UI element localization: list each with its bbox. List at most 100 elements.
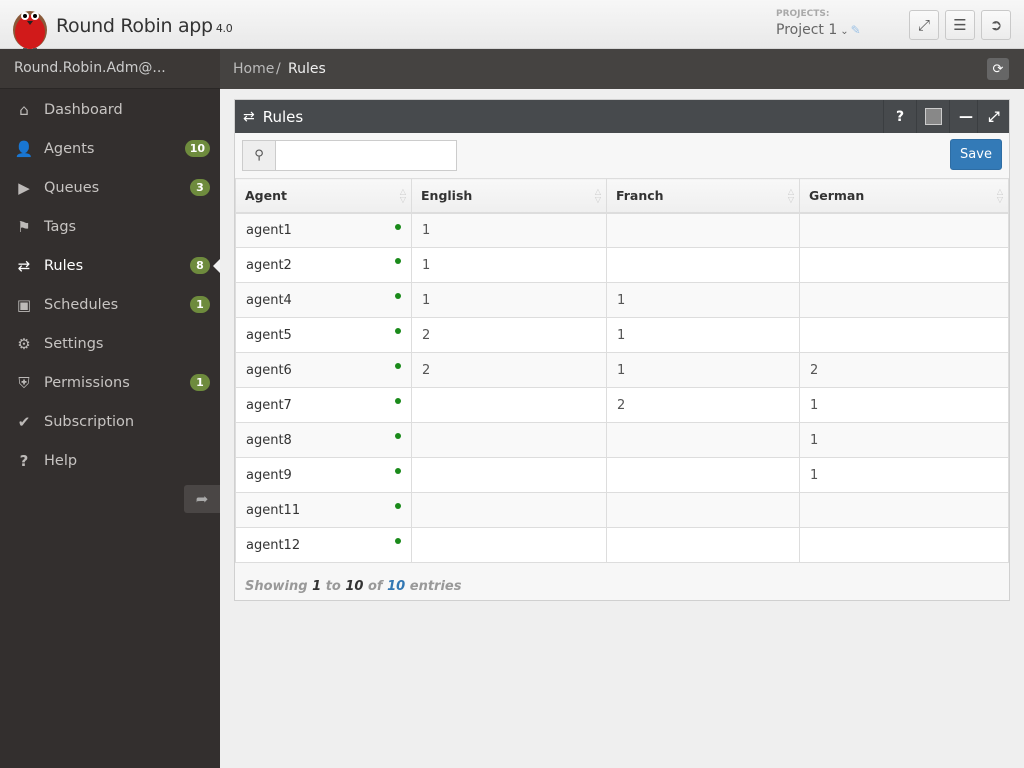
- english-cell-value: 1: [422, 292, 431, 308]
- franch-cell[interactable]: [606, 527, 800, 563]
- search-input[interactable]: [275, 140, 457, 171]
- sidebar-item-subscription[interactable]: ✔ Subscription: [0, 402, 220, 441]
- german-cell[interactable]: 1: [799, 387, 1009, 423]
- franch-cell[interactable]: [606, 212, 800, 248]
- sidebar-item-tags[interactable]: ⚑ Tags: [0, 207, 220, 246]
- franch-cell[interactable]: [606, 247, 800, 283]
- save-button[interactable]: Save: [950, 139, 1002, 170]
- franch-cell[interactable]: 1: [606, 282, 800, 318]
- fullscreen-button[interactable]: ⤢: [909, 10, 939, 40]
- english-cell[interactable]: [411, 527, 607, 563]
- english-cell[interactable]: 1: [411, 212, 607, 248]
- sidebar-item-schedules[interactable]: ▣ Schedules 1: [0, 285, 220, 324]
- minus-icon: —: [959, 108, 973, 125]
- sidebar-item-help[interactable]: ? Help: [0, 441, 220, 480]
- english-cell[interactable]: [411, 457, 607, 493]
- table-header-row: Agent △ ▽ English △ ▽ Franch △ ▽ German △ ▽: [235, 178, 1009, 214]
- german-cell[interactable]: [799, 492, 1009, 528]
- english-cell[interactable]: [411, 387, 607, 423]
- online-status-dot: [395, 363, 401, 369]
- maximize-button[interactable]: ⤢: [977, 100, 1010, 133]
- german-cell-value: 1: [810, 397, 819, 413]
- column-header-franch[interactable]: Franch △ ▽: [606, 178, 800, 214]
- franch-cell[interactable]: [606, 422, 800, 458]
- sidebar-item-label: Permissions: [44, 374, 130, 391]
- breadcrumb-home[interactable]: Home: [233, 61, 274, 77]
- table-row: agent9 1: [235, 457, 1009, 493]
- logout-button[interactable]: ➲: [981, 10, 1011, 40]
- online-status-dot: [395, 538, 401, 544]
- shuffle-icon: ⇄: [243, 108, 255, 125]
- english-cell-value: 1: [422, 257, 431, 273]
- german-cell[interactable]: 1: [799, 422, 1009, 458]
- german-cell[interactable]: 2: [799, 352, 1009, 388]
- agent-cell-value: agent6: [246, 362, 292, 378]
- franch-cell[interactable]: 1: [606, 317, 800, 353]
- english-cell[interactable]: 1: [411, 282, 607, 318]
- app-title-text: Round Robin app: [56, 15, 213, 37]
- column-header-english[interactable]: English △ ▽: [411, 178, 607, 214]
- german-cell[interactable]: [799, 317, 1009, 353]
- english-cell[interactable]: 1: [411, 247, 607, 283]
- panel-title: Rules: [262, 107, 304, 126]
- agent-cell: agent7: [235, 387, 412, 423]
- search-icon: ⚲: [254, 148, 264, 163]
- sort-icon: △ ▽: [594, 187, 601, 204]
- collapse-sidebar-button[interactable]: ➦: [184, 485, 220, 513]
- hamburger-menu-icon: ☰: [953, 16, 967, 34]
- project-select[interactable]: Project 1 ⌄ ✎: [776, 22, 861, 38]
- sidebar-item-label: Help: [44, 452, 78, 469]
- table-row: agent4 1 1: [235, 282, 1009, 318]
- user-name[interactable]: Round.Robin.Adm@...: [0, 49, 220, 89]
- english-cell[interactable]: 2: [411, 352, 607, 388]
- help-button[interactable]: ?: [883, 100, 916, 133]
- german-cell[interactable]: [799, 282, 1009, 318]
- sidebar-item-label: Settings: [44, 335, 104, 352]
- sidebar-item-agents[interactable]: 👤 Agents 10: [0, 129, 220, 168]
- sort-icon: △ ▽: [399, 187, 406, 204]
- agents-count-badge: 10: [184, 140, 210, 157]
- german-cell-value: 1: [810, 467, 819, 483]
- app-version: 4.0: [215, 22, 233, 35]
- menu-button[interactable]: ☰: [945, 10, 975, 40]
- franch-cell[interactable]: [606, 492, 800, 528]
- color-picker-button[interactable]: [916, 100, 949, 133]
- active-indicator: [213, 258, 220, 273]
- column-header-german[interactable]: German △ ▽: [799, 178, 1009, 214]
- agent-cell-value: agent5: [246, 327, 292, 343]
- sidebar-item-label: Schedules: [44, 296, 119, 313]
- franch-cell-value: 1: [617, 327, 626, 343]
- agent-cell: agent12: [235, 527, 412, 563]
- english-cell-value: 1: [422, 222, 431, 238]
- table-row: agent6 2 1 2: [235, 352, 1009, 388]
- table-row: agent5 2 1: [235, 317, 1009, 353]
- english-cell[interactable]: [411, 422, 607, 458]
- refresh-button[interactable]: ⟳: [987, 58, 1009, 80]
- agent-cell-value: agent4: [246, 292, 292, 308]
- german-cell[interactable]: 1: [799, 457, 1009, 493]
- english-cell[interactable]: [411, 492, 607, 528]
- sidebar-item-rules[interactable]: ⇄ Rules 8: [0, 246, 220, 285]
- permissions-count-badge: 1: [190, 374, 210, 391]
- german-cell[interactable]: [799, 212, 1009, 248]
- online-status-dot: [395, 328, 401, 334]
- question-icon: ?: [895, 108, 905, 125]
- sidebar-item-permissions[interactable]: ⛨ Permissions 1: [0, 363, 220, 402]
- franch-cell[interactable]: 2: [606, 387, 800, 423]
- edit-pencil-icon[interactable]: ✎: [851, 23, 861, 37]
- sidebar-item-queues[interactable]: ▶ Queues 3: [0, 168, 220, 207]
- german-cell-value: 2: [810, 362, 819, 378]
- sidebar-item-label: Subscription: [44, 413, 135, 430]
- franch-cell[interactable]: [606, 457, 800, 493]
- franch-cell[interactable]: 1: [606, 352, 800, 388]
- english-cell[interactable]: 2: [411, 317, 607, 353]
- table-row: agent12: [235, 527, 1009, 563]
- column-header-agent[interactable]: Agent △ ▽: [235, 178, 412, 214]
- breadcrumb-separator: /: [276, 61, 281, 77]
- sidebar-item-settings[interactable]: ⚙ Settings: [0, 324, 220, 363]
- sidebar-item-dashboard[interactable]: ⌂ Dashboard: [0, 90, 220, 129]
- rules-panel: ⇄ Rules ? — ⤢ ⚲ Save Agent △ ▽ English △ ▽ F…: [234, 99, 1010, 601]
- german-cell[interactable]: [799, 247, 1009, 283]
- german-cell[interactable]: [799, 527, 1009, 563]
- arrow-left-circle-icon: ➦: [195, 490, 209, 508]
